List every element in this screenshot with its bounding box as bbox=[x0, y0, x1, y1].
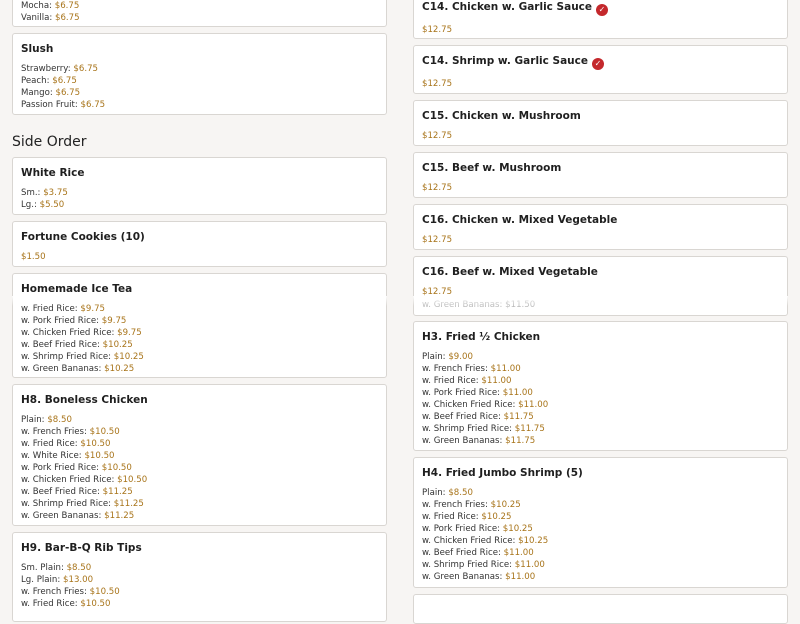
menu-item-title: C14. Chicken w. Garlic Sauce ✓ bbox=[422, 1, 779, 16]
menu-option-line: w. Chicken Fried Rice: $10.25 bbox=[422, 536, 549, 546]
menu-item-card-next[interactable] bbox=[413, 594, 788, 624]
menu-item-price: $12.75 bbox=[422, 287, 453, 297]
menu-item-card-h3[interactable]: H3. Fried ½ Chicken Plain: $9.00 w. Fren… bbox=[413, 321, 788, 451]
menu-option-line: w. French Fries: $10.50 bbox=[21, 587, 120, 597]
menu-option-line: w. Shrimp Fried Rice: $11.75 bbox=[422, 424, 545, 434]
menu-item-card-fortune-cookies[interactable]: Fortune Cookies (10) $1.50 bbox=[12, 221, 387, 267]
menu-option-line: w. French Fries: $10.50 bbox=[21, 427, 120, 437]
menu-item-title: H4. Fried Jumbo Shrimp (5) bbox=[422, 467, 583, 479]
menu-item-price: $12.75 bbox=[422, 183, 453, 193]
menu-option-line: Sm. Plain: $8.50 bbox=[21, 563, 92, 573]
menu-option-line: w. French Fries: $10.25 bbox=[422, 500, 521, 510]
menu-option-line: w. Green Bananas: $11.25 bbox=[21, 511, 135, 521]
menu-item-card-h9[interactable]: H9. Bar-B-Q Rib Tips Sm. Plain: $8.50 Lg… bbox=[12, 532, 387, 622]
menu-option-line: w. Pork Fried Rice: $10.50 bbox=[21, 463, 132, 473]
menu-option-line: Strawberry: $6.75 bbox=[21, 64, 99, 74]
menu-option-line: w. Green Bananas: $11.00 bbox=[422, 572, 536, 582]
menu-item-card-c16-chicken[interactable]: C16. Chicken w. Mixed Vegetable $12.75 bbox=[413, 204, 788, 250]
menu-option-line: Plain: $9.00 bbox=[422, 352, 473, 362]
menu-option-line: Sm.: $3.75 bbox=[21, 188, 68, 198]
menu-option-line: w. Fried Rice: $10.50 bbox=[21, 439, 111, 449]
menu-option-line: Peach: $6.75 bbox=[21, 76, 77, 86]
menu-item-card-white-rice[interactable]: White Rice Sm.: $3.75 Lg.: $5.50 bbox=[12, 157, 387, 215]
menu-option-line: w. Shrimp Fried Rice: $11.25 bbox=[21, 499, 144, 509]
menu-item-card-slush[interactable]: Slush Strawberry: $6.75 Peach: $6.75 Man… bbox=[12, 33, 387, 115]
menu-item-title: C14. Shrimp w. Garlic Sauce ✓ bbox=[422, 55, 779, 70]
menu-option-line: Mango: $6.75 bbox=[21, 88, 81, 98]
menu-option-line: Passion Fruit: $6.75 bbox=[21, 100, 106, 110]
menu-item-title: C15. Beef w. Mushroom bbox=[422, 162, 562, 174]
menu-item-price: $12.75 bbox=[422, 131, 453, 141]
menu-item-title: Homemade Ice Tea bbox=[21, 283, 133, 295]
menu-option-line: w. Shrimp Fried Rice: $11.00 bbox=[422, 560, 545, 570]
pepper-icon: ✓ bbox=[592, 58, 604, 70]
menu-option-line: w. Green Bananas: $10.25 bbox=[21, 364, 135, 374]
menu-item-price: $12.75 bbox=[422, 79, 453, 89]
left-menu-column: Mocha: $6.75 Vanilla: $6.75 Slush Strawb… bbox=[12, 0, 387, 622]
menu-option-line: w. Beef Fried Rice: $11.75 bbox=[422, 412, 534, 422]
drinks-card-partial[interactable]: Mocha: $6.75 Vanilla: $6.75 bbox=[12, 0, 387, 27]
menu-option-line: Lg. Plain: $13.00 bbox=[21, 575, 94, 585]
menu-option-line: w. Beef Fried Rice: $11.25 bbox=[21, 487, 133, 497]
menu-item-title: C16. Beef w. Mixed Vegetable bbox=[422, 266, 598, 278]
right-menu-column: C14. Chicken w. Garlic Sauce ✓ $12.75 C14… bbox=[413, 0, 788, 624]
menu-item-price: $12.75 bbox=[422, 235, 453, 245]
menu-option-line: w. Fried Rice: $10.25 bbox=[422, 512, 512, 522]
menu-item-price: $12.75 bbox=[422, 25, 453, 35]
menu-item-title: C15. Chicken w. Mushroom bbox=[422, 110, 581, 122]
menu-option-line: w. Chicken Fried Rice: $9.75 bbox=[21, 328, 142, 338]
menu-item-card-h4[interactable]: H4. Fried Jumbo Shrimp (5) Plain: $8.50 … bbox=[413, 457, 788, 588]
menu-option-line: Plain: $8.50 bbox=[422, 488, 473, 498]
menu-item-title: C16. Chicken w. Mixed Vegetable bbox=[422, 214, 618, 226]
menu-option-line: w. Fried Rice: $11.00 bbox=[422, 376, 512, 386]
menu-option-line: Mocha: $6.75 bbox=[21, 1, 80, 11]
menu-item-title: Fortune Cookies (10) bbox=[21, 231, 145, 243]
menu-option-line: w. Pork Fried Rice: $9.75 bbox=[21, 316, 127, 326]
menu-item-title: H9. Bar-B-Q Rib Tips bbox=[21, 542, 142, 554]
menu-option-line: w. Shrimp Fried Rice: $10.25 bbox=[21, 352, 144, 362]
menu-option-line: w. Chicken Fried Rice: $11.00 bbox=[422, 400, 549, 410]
menu-item-card-c15-chicken[interactable]: C15. Chicken w. Mushroom $12.75 bbox=[413, 100, 788, 146]
menu-item-price: $1.50 bbox=[21, 252, 46, 262]
menu-item-title: Slush bbox=[21, 43, 54, 55]
menu-option-line: Vanilla: $6.75 bbox=[21, 13, 80, 23]
menu-item-card-c14-shrimp[interactable]: C14. Shrimp w. Garlic Sauce ✓ $12.75 bbox=[413, 45, 788, 94]
section-title-side-order: Side Order bbox=[12, 134, 87, 150]
menu-item-card-c16-beef[interactable]: C16. Beef w. Mixed Vegetable $12.75 w. G… bbox=[413, 256, 788, 316]
menu-option-line: w. French Fries: $11.00 bbox=[422, 364, 521, 374]
menu-item-title: H8. Boneless Chicken bbox=[21, 394, 148, 406]
menu-option-line-faded: w. Green Bananas: $11.50 bbox=[422, 300, 536, 310]
menu-option-line: w. White Rice: $10.50 bbox=[21, 451, 115, 461]
pepper-icon: ✓ bbox=[596, 4, 609, 16]
menu-option-line: w. Chicken Fried Rice: $10.50 bbox=[21, 475, 148, 485]
menu-option-line: w. Pork Fried Rice: $10.25 bbox=[422, 524, 533, 534]
menu-option-line: Plain: $8.50 bbox=[21, 415, 72, 425]
menu-option-line: w. Beef Fried Rice: $11.00 bbox=[422, 548, 534, 558]
menu-option-line: w. Beef Fried Rice: $10.25 bbox=[21, 340, 133, 350]
menu-item-card-h8[interactable]: H8. Boneless Chicken Plain: $8.50 w. Fre… bbox=[12, 384, 387, 526]
menu-item-title: White Rice bbox=[21, 167, 85, 179]
menu-option-line: w. Fried Rice: $9.75 bbox=[21, 304, 106, 314]
menu-option-line: Lg.: $5.50 bbox=[21, 200, 65, 210]
menu-option-line: w. Pork Fried Rice: $11.00 bbox=[422, 388, 533, 398]
menu-item-card-c15-beef[interactable]: C15. Beef w. Mushroom $12.75 bbox=[413, 152, 788, 198]
menu-option-line: w. Green Bananas: $11.75 bbox=[422, 436, 536, 446]
menu-item-title: H3. Fried ½ Chicken bbox=[422, 331, 541, 343]
menu-item-card-ice-tea[interactable]: Homemade Ice Tea w. Fried Rice: $9.75 w.… bbox=[12, 273, 387, 378]
menu-item-card-c14-chicken[interactable]: C14. Chicken w. Garlic Sauce ✓ $12.75 bbox=[413, 0, 788, 39]
